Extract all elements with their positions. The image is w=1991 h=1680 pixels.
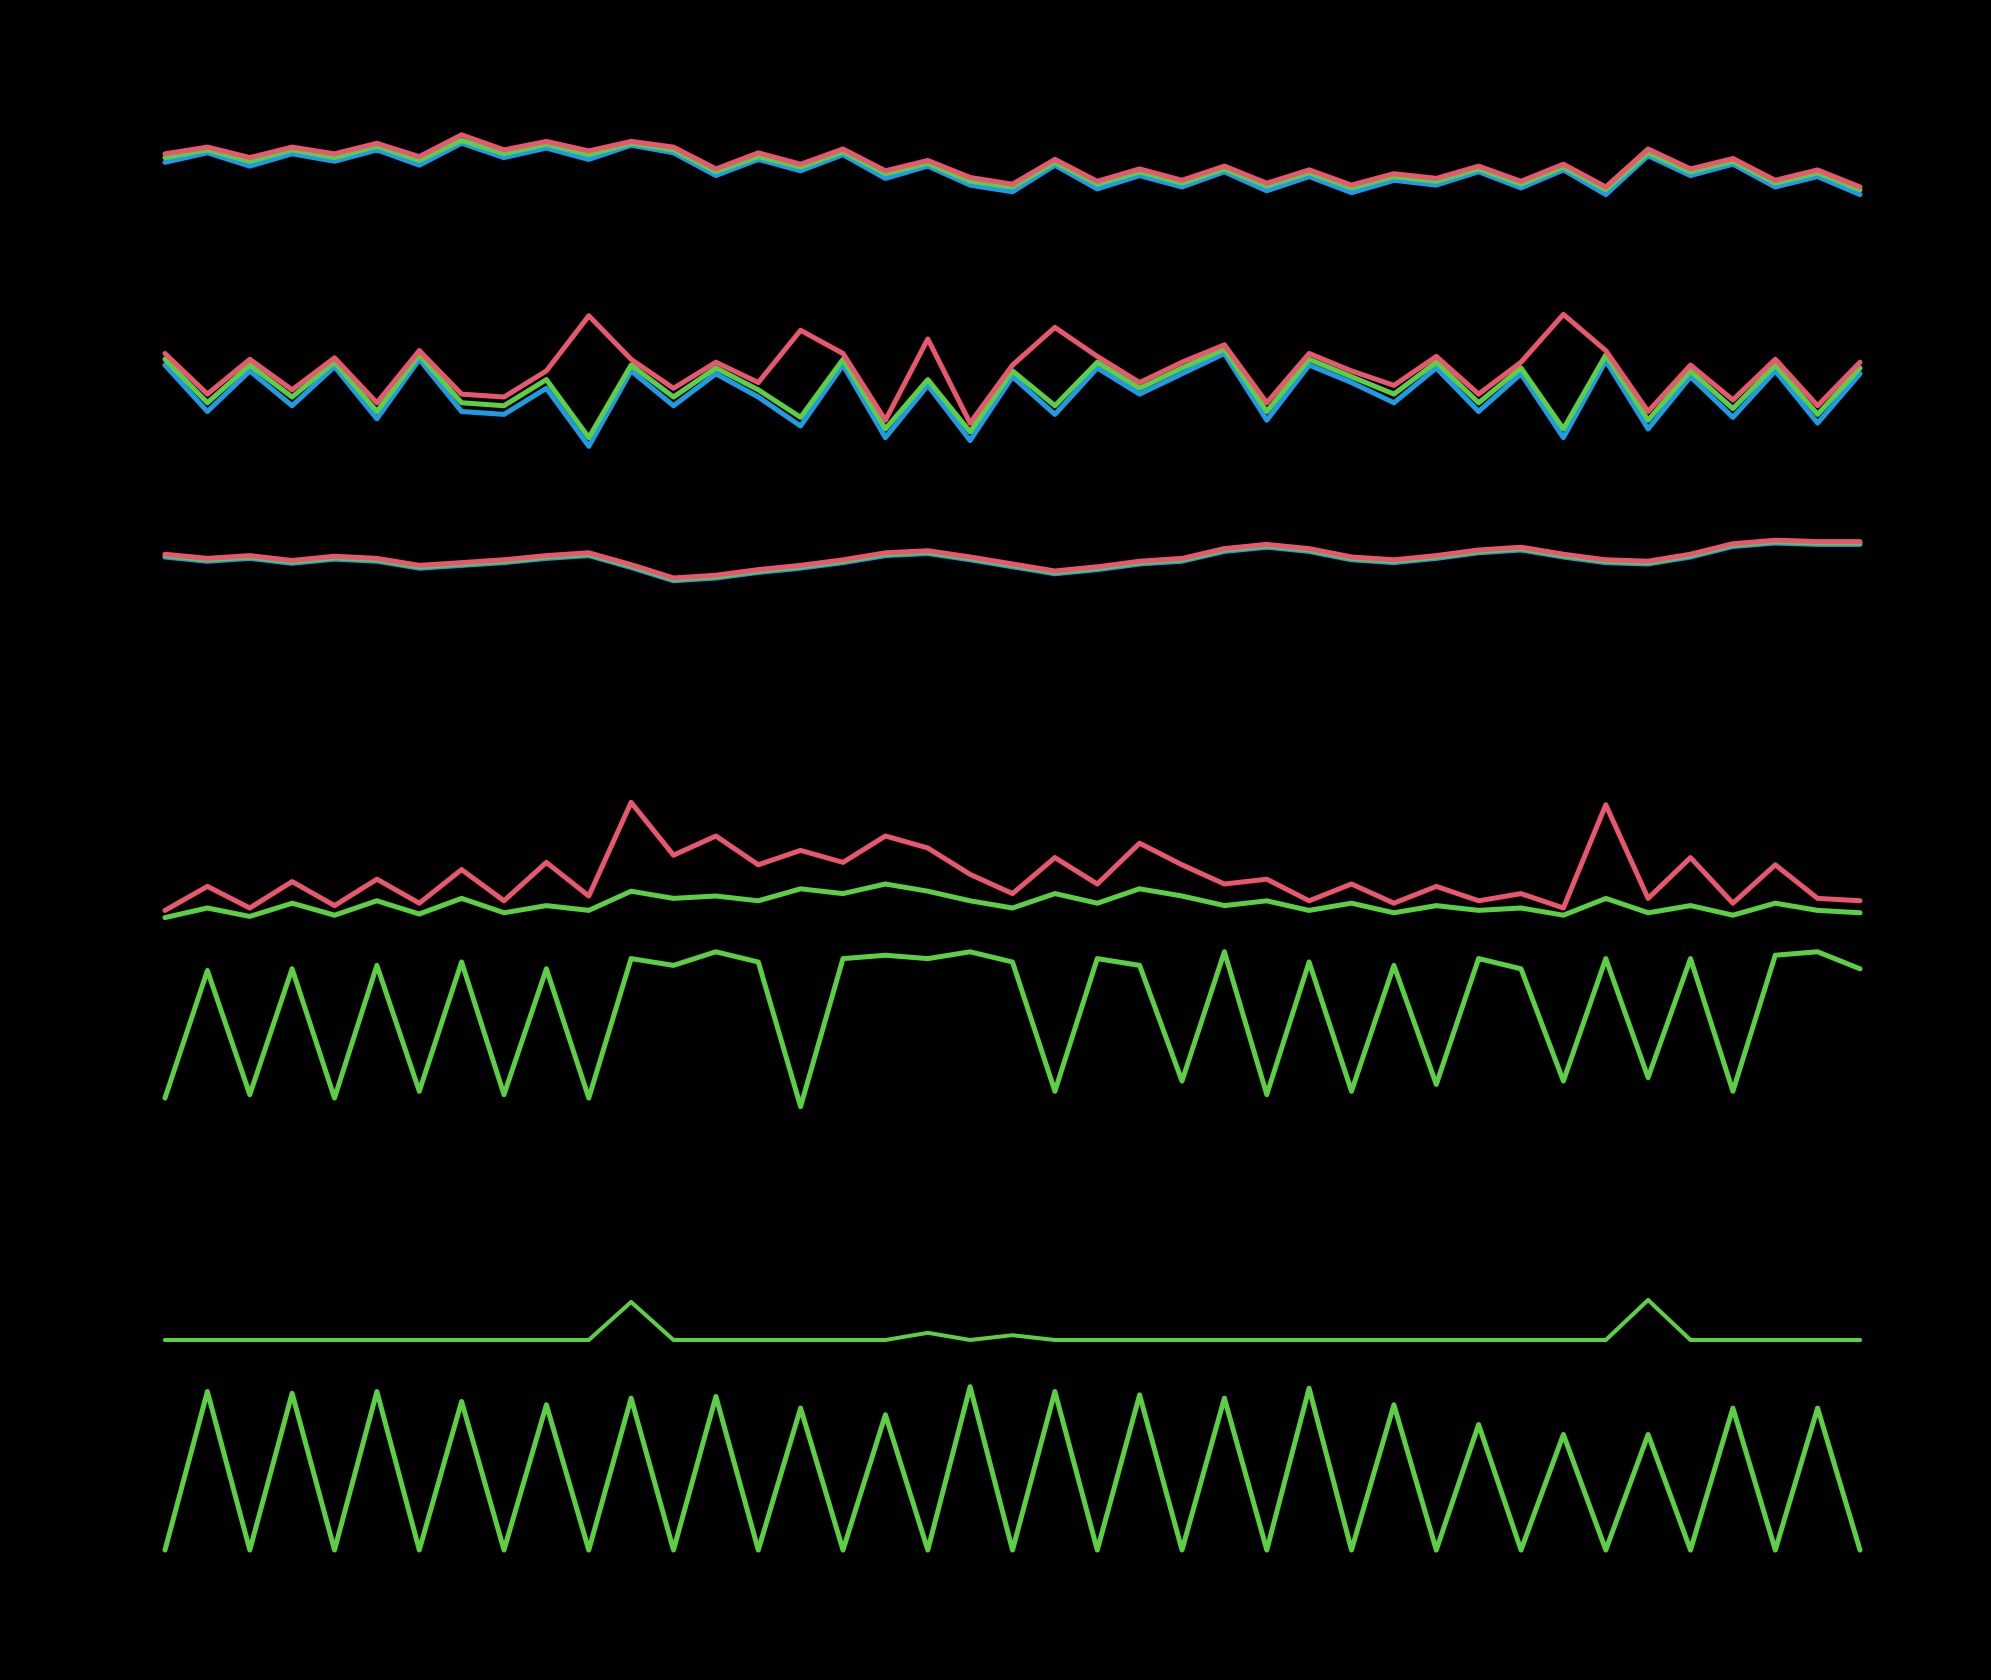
chart-svg	[0, 0, 1991, 1680]
chart-background	[0, 0, 1991, 1680]
chart-figure	[0, 0, 1991, 1680]
